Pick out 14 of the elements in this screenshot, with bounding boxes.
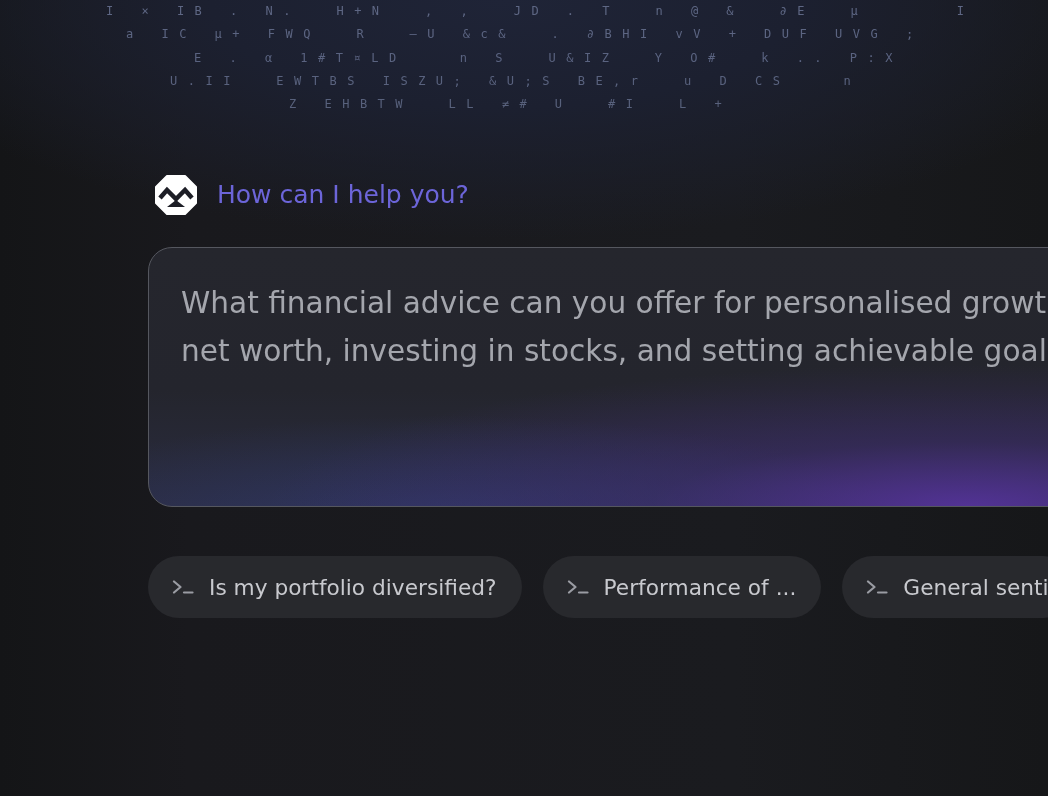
terminal-prompt-icon <box>866 580 889 595</box>
background-glyph-row-text: Z EHBTW LL ≠# U #I L + <box>289 96 733 114</box>
greeting-title: How can I help you? <box>217 179 469 212</box>
terminal-prompt-icon <box>172 580 194 595</box>
suggestion-chip[interactable]: General senti <box>842 556 1048 619</box>
background-glyph-row-text: I × IB . N. H+N , , JD . T n @ & ∂E μ I <box>106 3 975 20</box>
background-glyph-row-text: E . α 1#T¤LD n S U&IZ Y O# k .. P:X <box>194 49 903 67</box>
background-glyph-row-text: a IC μ+ FWQ R —U &c& . ∂BHI vV + DUF UVG ; <box>126 26 924 44</box>
suggestion-chip[interactable]: Is my portfolio diversified? <box>148 556 522 619</box>
terminal-prompt-icon <box>566 580 589 595</box>
background-glyph-row-text: U.II EWTBS ISZU; &U;S BE,r u D CS n <box>170 72 862 90</box>
suggestion-chip[interactable]: Performance of ... <box>542 556 822 619</box>
octagon-logo-icon <box>155 175 197 216</box>
prompt-field[interactable]: What financial advice can you offer for personalised growt net worth, investing in stocks, and setting achievable goal <box>148 247 1048 508</box>
